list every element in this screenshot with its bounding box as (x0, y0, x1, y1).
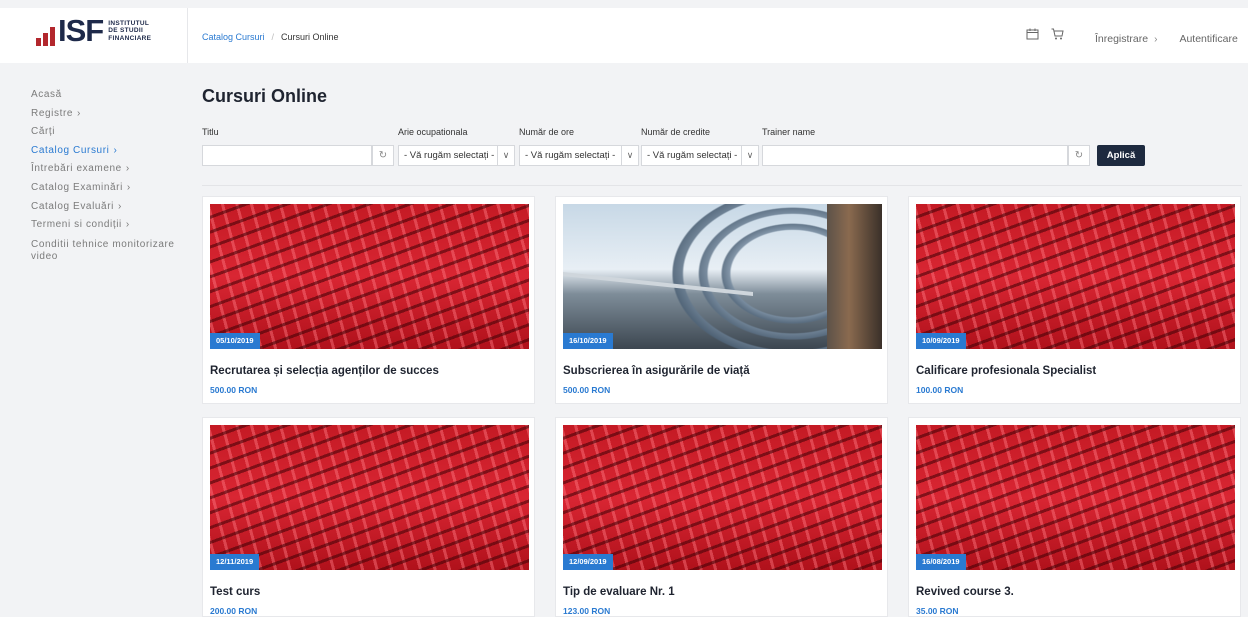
top-bar: ISF INSTITUTUL DE STUDII FINANCIARE Cata… (0, 0, 1248, 63)
chevron-right-icon: › (117, 200, 122, 212)
course-title[interactable]: Tip de evaluare Nr. 1 (563, 586, 675, 598)
title-filter-label: Titlu (202, 127, 219, 137)
credits-filter-label: Număr de credite (641, 127, 711, 137)
trainer-filter-input[interactable] (762, 145, 1068, 166)
date-badge: 16/08/2019 (916, 554, 966, 570)
course-image[interactable] (210, 204, 529, 349)
course-card[interactable]: 12/11/2019 Test curs 200.00 RON (202, 417, 535, 617)
chevron-right-icon: › (125, 163, 130, 175)
sidebar-item-conditii-tehnice[interactable]: Conditii tehnice monitorizare video (31, 235, 181, 263)
chevron-down-icon: ∨ (497, 146, 514, 165)
course-price: 500.00 RON (210, 385, 258, 395)
sidebar-item-registre[interactable]: Registre › (31, 105, 181, 124)
chevron-right-icon: › (1154, 33, 1158, 45)
area-filter-label: Arie ocupationala (398, 127, 468, 137)
course-title[interactable]: Revived course 3. (916, 586, 1014, 598)
chevron-down-icon: ∨ (741, 146, 758, 165)
breadcrumb-current: Cursuri Online (281, 32, 339, 42)
breadcrumb-catalog-cursuri[interactable]: Catalog Cursuri (202, 32, 265, 42)
hours-filter-select[interactable]: - Vă rugăm selectați - ∨ (519, 145, 639, 166)
course-title[interactable]: Test curs (210, 586, 260, 598)
course-price: 100.00 RON (916, 385, 964, 395)
isf-logo[interactable]: ISF INSTITUTUL DE STUDII FINANCIARE (36, 13, 152, 48)
page-title: Cursuri Online (202, 86, 328, 106)
course-price: 500.00 RON (563, 385, 611, 395)
course-price: 35.00 RON (916, 606, 959, 616)
chevron-right-icon: › (77, 107, 81, 119)
sidebar-item-termeni-conditii[interactable]: Termeni si condiții › (31, 216, 181, 235)
sidebar-item-catalog-evaluari[interactable]: Catalog Evaluări › (31, 198, 181, 217)
title-filter-input[interactable] (202, 145, 372, 166)
sidebar-item-intrebari-examene[interactable]: Întrebări examene › (31, 160, 181, 179)
date-badge: 10/09/2019 (916, 333, 966, 349)
course-price: 200.00 RON (210, 606, 258, 616)
course-title[interactable]: Recrutarea și selecția agenților de succ… (210, 365, 439, 377)
chevron-right-icon: › (126, 181, 131, 193)
apply-button[interactable]: Aplică (1097, 145, 1145, 166)
image-detail (563, 272, 753, 296)
chevron-right-icon: › (113, 144, 118, 156)
sidebar-item-catalog-examinari[interactable]: Catalog Examinări › (31, 179, 181, 198)
area-filter-select[interactable]: - Vă rugăm selectați - ∨ (398, 145, 515, 166)
course-image[interactable] (563, 204, 882, 349)
course-title[interactable]: Subscrierea în asigurările de viață (563, 365, 750, 377)
header-icons (1026, 28, 1064, 43)
breadcrumb: Catalog Cursuri / Cursuri Online (202, 32, 339, 42)
hours-filter-label: Număr de ore (519, 127, 575, 137)
course-image[interactable] (210, 425, 529, 570)
sidebar: Acasă Registre › Cărți Catalog Cursuri › Î… (31, 86, 181, 263)
course-card[interactable]: 16/08/2019 Revived course 3. 35.00 RON (908, 417, 1241, 617)
course-image[interactable] (563, 425, 882, 570)
chevron-down-icon: ∨ (621, 146, 638, 165)
header-divider (187, 8, 188, 63)
breadcrumb-separator: / (271, 32, 275, 42)
logo-bars-icon (36, 16, 55, 46)
credits-filter-select[interactable]: - Vă rugăm selectați - ∨ (641, 145, 759, 166)
login-link[interactable]: Autentificare (1179, 33, 1237, 45)
refresh-icon[interactable]: ↻ (372, 145, 394, 166)
image-detail (827, 204, 882, 349)
logo-letters: ISF (58, 13, 104, 48)
course-card[interactable]: 12/09/2019 Tip de evaluare Nr. 1 123.00 … (555, 417, 888, 617)
cart-icon[interactable] (1051, 28, 1064, 43)
calendar-icon[interactable] (1026, 28, 1039, 43)
divider (202, 185, 1242, 186)
course-image[interactable] (916, 425, 1235, 570)
register-link[interactable]: Înregistrare (1095, 33, 1148, 45)
date-badge: 16/10/2019 (563, 333, 613, 349)
course-title[interactable]: Calificare profesionala Specialist (916, 365, 1096, 377)
sidebar-item-carti[interactable]: Cărți (31, 123, 181, 142)
sidebar-item-acasa[interactable]: Acasă (31, 86, 181, 105)
course-card[interactable]: 05/10/2019 Recrutarea și selecția agenți… (202, 196, 535, 404)
trainer-filter-label: Trainer name (762, 127, 816, 137)
course-card[interactable]: 16/10/2019 Subscrierea în asigurările de… (555, 196, 888, 404)
sidebar-item-catalog-cursuri[interactable]: Catalog Cursuri › (31, 142, 181, 161)
logo-subtitle: INSTITUTUL DE STUDII FINANCIARE (108, 19, 152, 42)
chevron-right-icon: › (125, 219, 130, 231)
date-badge: 12/11/2019 (210, 554, 260, 570)
course-price: 123.00 RON (563, 606, 611, 616)
course-image[interactable] (916, 204, 1235, 349)
date-badge: 12/09/2019 (563, 554, 613, 570)
course-card[interactable]: 10/09/2019 Calificare profesionala Speci… (908, 196, 1241, 404)
date-badge: 05/10/2019 (210, 333, 260, 349)
refresh-icon[interactable]: ↻ (1068, 145, 1090, 166)
header-nav: Înregistrare › Autentificare (1095, 33, 1238, 45)
